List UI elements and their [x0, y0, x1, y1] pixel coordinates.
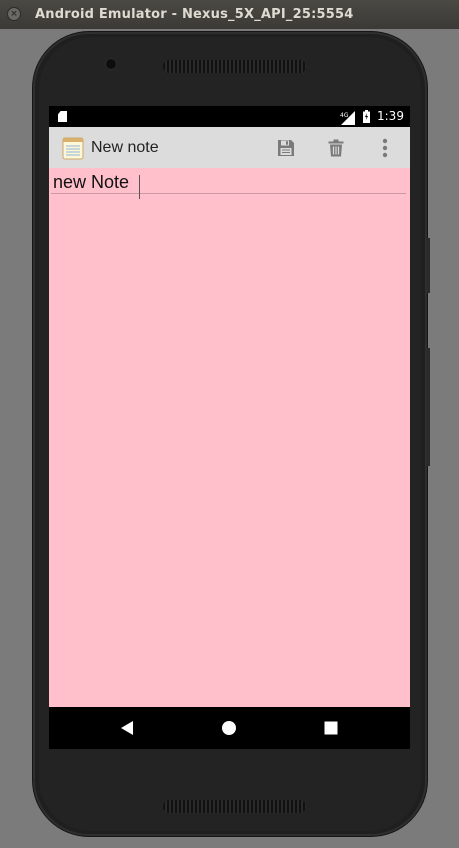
text-cursor	[139, 175, 140, 199]
note-text-field[interactable]	[51, 168, 406, 194]
back-button[interactable]	[117, 718, 137, 738]
volume-rocker[interactable]	[427, 348, 430, 466]
close-window-button[interactable]: ×	[7, 7, 21, 21]
top-speaker-grille	[163, 60, 306, 73]
save-button[interactable]	[275, 137, 297, 159]
recents-button[interactable]	[321, 718, 341, 738]
app-bar-title: New note	[91, 139, 159, 156]
signal-icon: 4G	[340, 111, 355, 125]
home-button[interactable]	[219, 718, 239, 738]
notepad-icon	[62, 137, 84, 160]
navigation-bar	[49, 707, 410, 749]
bottom-speaker-grille	[163, 800, 306, 813]
trash-icon	[328, 139, 344, 157]
overflow-menu-button[interactable]	[374, 137, 396, 159]
overflow-menu-icon	[382, 138, 388, 158]
network-type-label: 4G	[340, 112, 349, 119]
device-screen: 4G 1:39 New note	[49, 106, 410, 749]
power-button[interactable]	[427, 238, 430, 293]
status-bar: 4G 1:39	[49, 106, 410, 127]
window-title: Android Emulator - Nexus_5X_API_25:5554	[35, 7, 354, 22]
emulator-title-bar: × Android Emulator - Nexus_5X_API_25:555…	[0, 0, 459, 29]
sd-card-icon	[58, 111, 67, 122]
home-icon	[222, 721, 236, 735]
battery-icon	[363, 110, 370, 123]
app-bar: New note	[49, 127, 410, 168]
save-icon	[278, 140, 294, 156]
front-camera	[106, 59, 116, 69]
delete-button[interactable]	[325, 137, 347, 159]
status-clock: 1:39	[377, 109, 404, 123]
back-icon	[121, 721, 133, 735]
recents-icon	[324, 721, 338, 735]
